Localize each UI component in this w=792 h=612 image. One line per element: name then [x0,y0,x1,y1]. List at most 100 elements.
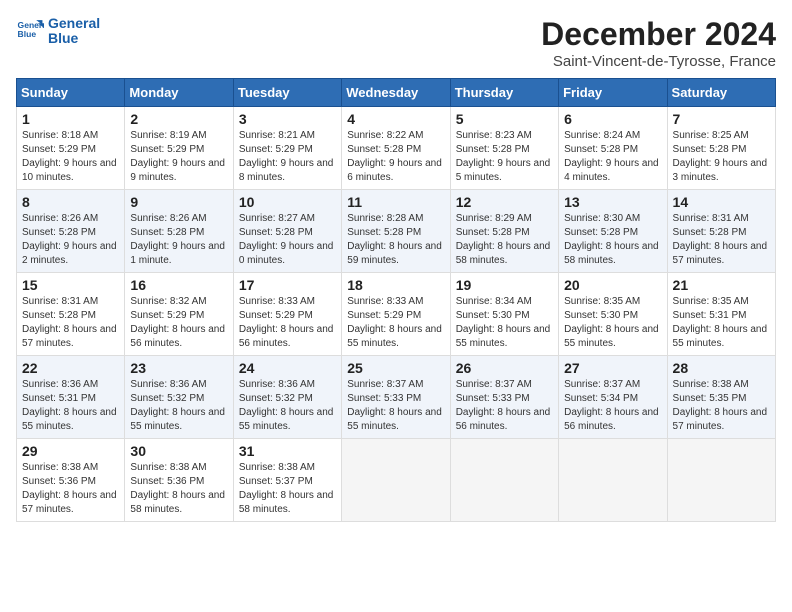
daylight-label: Daylight: 8 hours and 55 minutes. [673,324,768,349]
sunset-label: Sunset: 5:31 PM [22,393,96,404]
weekday-header: Wednesday [342,79,450,107]
sunrise-label: Sunrise: 8:36 AM [22,379,98,390]
sunrise-label: Sunrise: 8:25 AM [673,130,749,141]
day-number: 18 [347,277,444,293]
calendar-day-cell: 3 Sunrise: 8:21 AM Sunset: 5:29 PM Dayli… [233,107,341,190]
day-number: 21 [673,277,770,293]
sunrise-label: Sunrise: 8:35 AM [564,296,640,307]
day-info: Sunrise: 8:23 AM Sunset: 5:28 PM Dayligh… [456,129,553,185]
sunset-label: Sunset: 5:29 PM [239,144,313,155]
calendar-day-cell: 28 Sunrise: 8:38 AM Sunset: 5:35 PM Dayl… [667,356,775,439]
day-number: 30 [130,443,227,459]
day-info: Sunrise: 8:21 AM Sunset: 5:29 PM Dayligh… [239,129,336,185]
calendar-day-cell: 1 Sunrise: 8:18 AM Sunset: 5:29 PM Dayli… [17,107,125,190]
daylight-label: Daylight: 8 hours and 56 minutes. [456,407,551,432]
sunrise-label: Sunrise: 8:18 AM [22,130,98,141]
day-number: 26 [456,360,553,376]
sunset-label: Sunset: 5:36 PM [130,476,204,487]
sunrise-label: Sunrise: 8:37 AM [564,379,640,390]
day-number: 10 [239,194,336,210]
weekday-header: Sunday [17,79,125,107]
daylight-label: Daylight: 8 hours and 57 minutes. [22,490,117,515]
sunrise-label: Sunrise: 8:31 AM [22,296,98,307]
daylight-label: Daylight: 9 hours and 3 minutes. [673,158,768,183]
calendar-day-cell: 25 Sunrise: 8:37 AM Sunset: 5:33 PM Dayl… [342,356,450,439]
day-number: 12 [456,194,553,210]
sunset-label: Sunset: 5:28 PM [22,227,96,238]
sunset-label: Sunset: 5:29 PM [22,144,96,155]
weekday-header-row: SundayMondayTuesdayWednesdayThursdayFrid… [17,79,776,107]
title-area: December 2024 Saint-Vincent-de-Tyrosse, … [541,16,776,70]
daylight-label: Daylight: 8 hours and 58 minutes. [239,490,334,515]
calendar-day-cell [450,439,558,522]
sunset-label: Sunset: 5:31 PM [673,310,747,321]
daylight-label: Daylight: 9 hours and 1 minute. [130,241,225,266]
calendar-day-cell: 12 Sunrise: 8:29 AM Sunset: 5:28 PM Dayl… [450,190,558,273]
day-number: 31 [239,443,336,459]
day-number: 15 [22,277,119,293]
calendar-day-cell: 21 Sunrise: 8:35 AM Sunset: 5:31 PM Dayl… [667,273,775,356]
day-info: Sunrise: 8:35 AM Sunset: 5:31 PM Dayligh… [673,295,770,351]
sunrise-label: Sunrise: 8:19 AM [130,130,206,141]
sunrise-label: Sunrise: 8:22 AM [347,130,423,141]
sunrise-label: Sunrise: 8:24 AM [564,130,640,141]
weekday-header: Friday [559,79,667,107]
sunrise-label: Sunrise: 8:29 AM [456,213,532,224]
calendar-week-row: 15 Sunrise: 8:31 AM Sunset: 5:28 PM Dayl… [17,273,776,356]
sunrise-label: Sunrise: 8:34 AM [456,296,532,307]
daylight-label: Daylight: 8 hours and 58 minutes. [564,241,659,266]
daylight-label: Daylight: 8 hours and 55 minutes. [22,407,117,432]
day-info: Sunrise: 8:29 AM Sunset: 5:28 PM Dayligh… [456,212,553,268]
sunset-label: Sunset: 5:28 PM [673,144,747,155]
calendar-day-cell: 13 Sunrise: 8:30 AM Sunset: 5:28 PM Dayl… [559,190,667,273]
daylight-label: Daylight: 8 hours and 58 minutes. [456,241,551,266]
day-number: 27 [564,360,661,376]
daylight-label: Daylight: 8 hours and 58 minutes. [130,490,225,515]
day-number: 11 [347,194,444,210]
daylight-label: Daylight: 9 hours and 6 minutes. [347,158,442,183]
day-number: 6 [564,111,661,127]
sunrise-label: Sunrise: 8:33 AM [239,296,315,307]
sunrise-label: Sunrise: 8:36 AM [239,379,315,390]
calendar-day-cell: 26 Sunrise: 8:37 AM Sunset: 5:33 PM Dayl… [450,356,558,439]
sunset-label: Sunset: 5:28 PM [22,310,96,321]
sunset-label: Sunset: 5:29 PM [347,310,421,321]
day-info: Sunrise: 8:26 AM Sunset: 5:28 PM Dayligh… [130,212,227,268]
calendar-week-row: 8 Sunrise: 8:26 AM Sunset: 5:28 PM Dayli… [17,190,776,273]
daylight-label: Daylight: 8 hours and 55 minutes. [347,324,442,349]
day-number: 20 [564,277,661,293]
day-info: Sunrise: 8:18 AM Sunset: 5:29 PM Dayligh… [22,129,119,185]
day-info: Sunrise: 8:36 AM Sunset: 5:32 PM Dayligh… [239,378,336,434]
logo-text: General Blue [48,16,100,47]
calendar-day-cell: 14 Sunrise: 8:31 AM Sunset: 5:28 PM Dayl… [667,190,775,273]
calendar-day-cell: 18 Sunrise: 8:33 AM Sunset: 5:29 PM Dayl… [342,273,450,356]
sunset-label: Sunset: 5:28 PM [673,227,747,238]
day-info: Sunrise: 8:25 AM Sunset: 5:28 PM Dayligh… [673,129,770,185]
calendar-day-cell: 10 Sunrise: 8:27 AM Sunset: 5:28 PM Dayl… [233,190,341,273]
day-number: 22 [22,360,119,376]
daylight-label: Daylight: 8 hours and 57 minutes. [22,324,117,349]
sunset-label: Sunset: 5:35 PM [673,393,747,404]
day-info: Sunrise: 8:34 AM Sunset: 5:30 PM Dayligh… [456,295,553,351]
sunset-label: Sunset: 5:28 PM [130,227,204,238]
sunset-label: Sunset: 5:30 PM [564,310,638,321]
sunrise-label: Sunrise: 8:37 AM [347,379,423,390]
daylight-label: Daylight: 9 hours and 5 minutes. [456,158,551,183]
daylight-label: Daylight: 8 hours and 55 minutes. [564,324,659,349]
sunrise-label: Sunrise: 8:28 AM [347,213,423,224]
day-info: Sunrise: 8:19 AM Sunset: 5:29 PM Dayligh… [130,129,227,185]
sunrise-label: Sunrise: 8:35 AM [673,296,749,307]
daylight-label: Daylight: 9 hours and 8 minutes. [239,158,334,183]
day-info: Sunrise: 8:31 AM Sunset: 5:28 PM Dayligh… [22,295,119,351]
day-number: 28 [673,360,770,376]
sunset-label: Sunset: 5:28 PM [347,144,421,155]
day-info: Sunrise: 8:24 AM Sunset: 5:28 PM Dayligh… [564,129,661,185]
sunrise-label: Sunrise: 8:38 AM [130,462,206,473]
day-info: Sunrise: 8:37 AM Sunset: 5:34 PM Dayligh… [564,378,661,434]
day-info: Sunrise: 8:32 AM Sunset: 5:29 PM Dayligh… [130,295,227,351]
calendar-day-cell [559,439,667,522]
sunrise-label: Sunrise: 8:30 AM [564,213,640,224]
day-number: 1 [22,111,119,127]
svg-text:Blue: Blue [18,30,37,40]
calendar-day-cell: 17 Sunrise: 8:33 AM Sunset: 5:29 PM Dayl… [233,273,341,356]
